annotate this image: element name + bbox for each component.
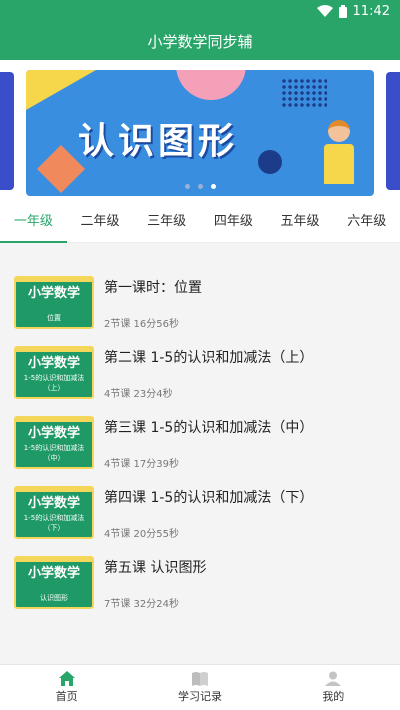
thumbnail-title: 小学数学 bbox=[27, 566, 80, 581]
home-icon bbox=[58, 671, 75, 686]
battery-icon bbox=[338, 4, 347, 18]
tab-grade-5[interactable]: 五年级 bbox=[267, 201, 334, 243]
thumbnail-title: 小学数学 bbox=[27, 356, 80, 371]
tab-grade-2[interactable]: 二年级 bbox=[67, 201, 134, 243]
nav-profile-label: 我的 bbox=[322, 690, 345, 703]
lesson-title: 第二课 1-5的认识和加减法（上） bbox=[104, 350, 314, 366]
bottom-nav: 首页 学习记录 我的 bbox=[0, 664, 400, 710]
banner-decor-yellow bbox=[26, 70, 96, 110]
grade-tabs: 一年级 二年级 三年级 四年级 五年级 六年级 bbox=[0, 201, 400, 243]
lesson-item[interactable]: 小学数学 1-5的认识和加减法（下） 第四课 1-5的认识和加减法（下） 4节课… bbox=[0, 475, 400, 545]
tab-grade-6[interactable]: 六年级 bbox=[333, 201, 400, 243]
banner-next-slide[interactable] bbox=[386, 72, 400, 190]
wifi-icon bbox=[316, 5, 333, 17]
user-icon bbox=[325, 671, 342, 686]
banner-prev-slide[interactable] bbox=[0, 72, 14, 190]
lesson-title: 第四课 1-5的认识和加减法（下） bbox=[104, 490, 314, 506]
nav-home-label: 首页 bbox=[55, 690, 78, 703]
lesson-thumbnail: 小学数学 位置 bbox=[14, 276, 94, 329]
app-title: 小学数学同步辅 bbox=[147, 32, 253, 51]
lesson-thumbnail: 小学数学 1-5的认识和加减法（下） bbox=[14, 486, 94, 539]
lesson-thumbnail: 小学数学 认识图形 bbox=[14, 556, 94, 609]
book-icon bbox=[191, 671, 209, 686]
tab-grade-4[interactable]: 四年级 bbox=[200, 201, 267, 243]
thumbnail-subtitle: 1-5的认识和加减法（中） bbox=[23, 444, 85, 462]
banner-decor-circle bbox=[258, 150, 282, 174]
nav-study-record-label: 学习记录 bbox=[177, 690, 222, 703]
tab-grade-3[interactable]: 三年级 bbox=[133, 201, 200, 243]
nav-home[interactable]: 首页 bbox=[0, 665, 133, 710]
lesson-item[interactable]: 小学数学 位置 第一课时：位置 2节课 16分56秒 bbox=[0, 265, 400, 335]
banner-carousel[interactable]: 认识图形 bbox=[0, 60, 400, 201]
carousel-dots bbox=[26, 184, 374, 189]
status-time: 11:42 bbox=[352, 3, 390, 19]
lesson-item[interactable]: 小学数学 1-5的认识和加减法（中） 第三课 1-5的认识和加减法（中） 4节课… bbox=[0, 405, 400, 475]
lesson-thumbnail: 小学数学 1-5的认识和加减法（中） bbox=[14, 416, 94, 469]
lesson-meta: 4节课 17分39秒 bbox=[104, 459, 179, 470]
banner-slide[interactable]: 认识图形 bbox=[26, 70, 374, 196]
thumbnail-subtitle: 1-5的认识和加减法（下） bbox=[23, 514, 85, 532]
banner-title: 认识图形 bbox=[78, 121, 239, 162]
thumbnail-title: 小学数学 bbox=[27, 286, 80, 301]
lesson-title: 第一课时：位置 bbox=[104, 280, 202, 296]
app-bar: 小学数学同步辅 bbox=[0, 22, 400, 60]
nav-profile[interactable]: 我的 bbox=[267, 665, 400, 710]
lesson-list: 小学数学 位置 第一课时：位置 2节课 16分56秒 小学数学 1-5的认识和加… bbox=[0, 265, 400, 615]
status-bar: 11:42 bbox=[0, 0, 400, 22]
lesson-item[interactable]: 小学数学 认识图形 第五课 认识图形 7节课 32分24秒 bbox=[0, 545, 400, 615]
thumbnail-subtitle: 1-5的认识和加减法（上） bbox=[23, 374, 85, 392]
thumbnail-subtitle: 认识图形 bbox=[40, 594, 68, 602]
lesson-meta: 4节课 23分4秒 bbox=[104, 389, 173, 400]
lesson-thumbnail: 小学数学 1-5的认识和加减法（上） bbox=[14, 346, 94, 399]
nav-study-record[interactable]: 学习记录 bbox=[133, 665, 266, 710]
lesson-meta: 4节课 20分55秒 bbox=[104, 529, 179, 540]
thumbnail-title: 小学数学 bbox=[27, 426, 80, 441]
banner-decor-pink bbox=[176, 70, 246, 100]
carousel-dot[interactable] bbox=[197, 184, 203, 189]
lesson-title: 第五课 认识图形 bbox=[104, 560, 207, 576]
lesson-meta: 7节课 32分24秒 bbox=[104, 599, 179, 610]
thumbnail-title: 小学数学 bbox=[27, 496, 80, 511]
carousel-dot-active[interactable] bbox=[210, 184, 216, 189]
lesson-meta: 2节课 16分56秒 bbox=[104, 319, 179, 330]
banner-decor-dots bbox=[281, 78, 327, 108]
lesson-title: 第三课 1-5的认识和加减法（中） bbox=[104, 420, 314, 436]
carousel-dot[interactable] bbox=[184, 184, 190, 189]
thumbnail-subtitle: 位置 bbox=[47, 314, 61, 322]
lesson-item[interactable]: 小学数学 1-5的认识和加减法（上） 第二课 1-5的认识和加减法（上） 4节课… bbox=[0, 335, 400, 405]
tab-grade-1[interactable]: 一年级 bbox=[0, 201, 67, 243]
